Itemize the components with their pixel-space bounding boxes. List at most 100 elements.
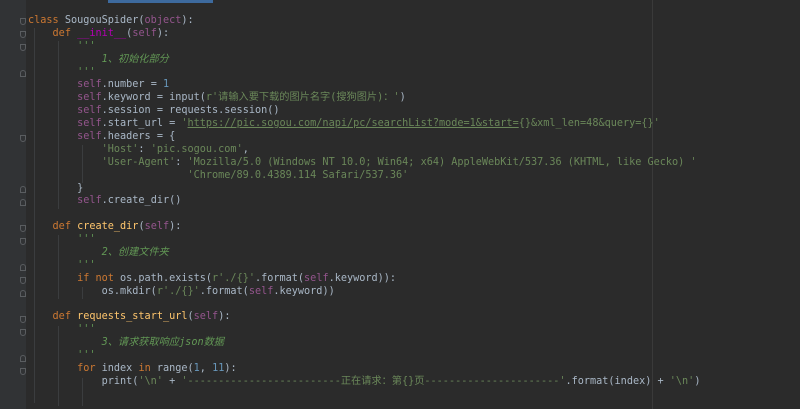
fold-create-dir-icon[interactable] bbox=[20, 225, 26, 232]
code-token: self bbox=[77, 79, 102, 91]
code-token: os.path.exists( bbox=[120, 272, 213, 284]
code-line[interactable] bbox=[28, 208, 800, 221]
fold-docstring3-icon[interactable] bbox=[20, 329, 26, 336]
code-token: : bbox=[175, 156, 188, 168]
code-line[interactable]: self.session = requests.session() bbox=[28, 105, 800, 118]
fold-init-icon[interactable] bbox=[20, 31, 26, 38]
code-token: def bbox=[52, 221, 78, 233]
code-token: 'Mozilla/5.0 (Windows NT 10.0; Win64; x6… bbox=[187, 156, 697, 168]
code-line[interactable]: def create_dir(self): bbox=[28, 221, 800, 234]
fold-docstring-icon[interactable] bbox=[20, 44, 26, 51]
fold-init-end-icon[interactable] bbox=[20, 199, 26, 206]
code-token: class bbox=[28, 15, 65, 26]
code-token: self bbox=[144, 221, 170, 233]
code-line[interactable] bbox=[28, 299, 800, 312]
code-token: , bbox=[199, 363, 213, 375]
code-line[interactable]: def requests_start_url(self): bbox=[28, 311, 800, 324]
active-tab-indicator bbox=[108, 0, 213, 3]
code-line[interactable]: ''' bbox=[28, 67, 800, 80]
fold-docstring2-icon[interactable] bbox=[20, 238, 26, 245]
code-line[interactable]: self.create_dir() bbox=[28, 195, 800, 208]
code-line[interactable]: self.start_url = 'https://pic.sogou.com/… bbox=[28, 118, 800, 131]
code-line[interactable]: class SougouSpider(object): bbox=[28, 15, 800, 28]
fold-if-icon[interactable] bbox=[20, 277, 26, 284]
code-token: requests_start_url bbox=[77, 311, 188, 323]
code-token: ) bbox=[694, 375, 701, 387]
code-line[interactable]: for index in range(1, 11): bbox=[28, 363, 800, 376]
code-token: SougouSpider( bbox=[64, 15, 145, 26]
code-token: self bbox=[248, 285, 274, 297]
code-line[interactable]: ''' bbox=[28, 41, 800, 54]
code-line[interactable]: def __init__(self): bbox=[28, 28, 800, 41]
code-line[interactable]: os.mkdir(r'./{}'.format(self.keyword)) bbox=[28, 286, 800, 299]
code-line[interactable]: if not os.path.exists(r'./{}'.format(sel… bbox=[28, 273, 800, 286]
code-token: .create_dir() bbox=[101, 195, 182, 207]
code-token: 1、初始化部分 bbox=[28, 53, 169, 65]
code-token: .keyword = input( bbox=[101, 92, 206, 104]
fold-for-icon[interactable] bbox=[20, 368, 26, 375]
fold-class-icon[interactable] bbox=[20, 18, 26, 25]
code-token: ): bbox=[169, 221, 182, 233]
code-token: ): bbox=[218, 311, 231, 323]
code-line[interactable]: self.number = 1 bbox=[28, 79, 800, 92]
code-line[interactable]: 2、创建文件夹 bbox=[28, 247, 800, 260]
code-line[interactable]: ''' bbox=[28, 350, 800, 363]
code-token: .number = bbox=[101, 79, 163, 91]
code-editor[interactable]: class SougouSpider(object): def __init__… bbox=[28, 15, 800, 389]
code-token: ): bbox=[181, 15, 194, 26]
code-token: create_dir bbox=[77, 221, 139, 233]
code-line[interactable]: print('\n' + '-------------------------正… bbox=[28, 376, 800, 389]
fold-headers-end-icon[interactable] bbox=[20, 186, 26, 193]
code-line[interactable]: self.headers = { bbox=[28, 131, 800, 144]
code-token: https://pic.sogou.com/napi/pc/searchList… bbox=[187, 118, 519, 130]
code-line[interactable]: 3、请求获取响应json数据 bbox=[28, 337, 800, 350]
code-line[interactable]: ''' bbox=[28, 234, 800, 247]
fold-docstring3-end-icon[interactable] bbox=[20, 355, 26, 362]
code-line[interactable]: 1、初始化部分 bbox=[28, 54, 800, 67]
code-token: def bbox=[52, 27, 78, 39]
code-token: 'User-Agent' bbox=[101, 156, 176, 168]
fold-docstring-end-icon[interactable] bbox=[20, 70, 26, 77]
code-line[interactable]: ''' bbox=[28, 260, 800, 273]
fold-headers-icon[interactable] bbox=[20, 135, 26, 142]
code-token: 1 bbox=[162, 79, 170, 91]
code-token: : bbox=[138, 143, 151, 155]
fold-create-dir-end-icon[interactable] bbox=[20, 290, 26, 297]
fold-docstring2-end-icon[interactable] bbox=[20, 264, 26, 271]
code-token: '\n' bbox=[669, 375, 695, 387]
code-token: if not bbox=[77, 272, 121, 284]
code-line[interactable]: 'Chrome/89.0.4389.114 Safari/537.36' bbox=[28, 170, 800, 183]
code-token: .format(index) + bbox=[565, 375, 670, 387]
code-line[interactable]: self.keyword = input(r'请输入要下载的图片名字(搜狗图片)… bbox=[28, 92, 800, 105]
code-token: .format( bbox=[254, 272, 305, 284]
code-token: '\n' bbox=[138, 375, 170, 387]
code-token: object bbox=[144, 15, 182, 26]
code-line[interactable]: } bbox=[28, 183, 800, 196]
code-token: self bbox=[77, 131, 102, 143]
code-token: __init__ bbox=[77, 27, 127, 39]
code-token: self bbox=[77, 92, 102, 104]
code-token: ''' bbox=[28, 350, 96, 362]
code-token: ): bbox=[224, 363, 237, 375]
code-line[interactable]: 'Host': 'pic.sogou.com', bbox=[28, 144, 800, 157]
code-token: 'Chrome/89.0.4389.114 Safari/537.36' bbox=[187, 169, 409, 181]
code-token: ''' bbox=[28, 324, 96, 336]
code-line[interactable]: ''' bbox=[28, 324, 800, 337]
code-token: print( bbox=[28, 375, 139, 387]
code-token: 2、创建文件夹 bbox=[28, 247, 169, 259]
fold-requests-icon[interactable] bbox=[20, 316, 26, 323]
code-token: 3、请求获取响应json数据 bbox=[28, 337, 224, 349]
code-token: index bbox=[101, 363, 139, 375]
code-token: r'./{}' bbox=[212, 272, 255, 284]
code-line[interactable]: 'User-Agent': 'Mozilla/5.0 (Windows NT 1… bbox=[28, 157, 800, 170]
